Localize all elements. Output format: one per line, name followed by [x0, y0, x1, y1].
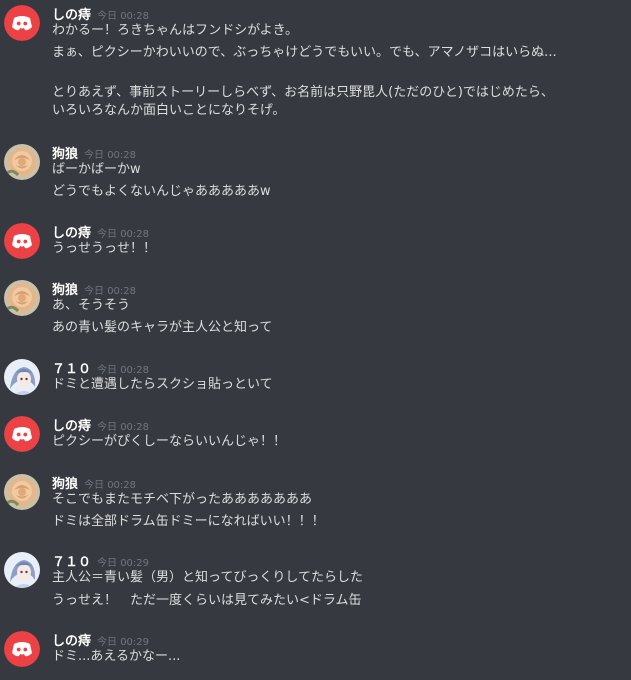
avatar-discord-icon[interactable]	[4, 631, 40, 667]
message-text: とりあえず、事前ストーリーしらべず、お名前は只野毘人(ただのひと)ではじめたら、	[52, 85, 554, 100]
message-header: しの痔 今日 00:28	[52, 222, 149, 242]
message-text: ドミと遭遇したらスクショ貼っといて	[52, 377, 273, 392]
message-text: そこでもまたモチベ下がったあああああああ	[52, 492, 313, 507]
message-text: うっせえ！ ただ一度くらいは見てみたい<ドラム缶	[52, 593, 362, 608]
author-name[interactable]: しの痔	[52, 8, 91, 23]
message-text: 主人公＝青い髪（男）と知ってびっくりしてたらした	[52, 570, 363, 585]
message-timestamp: 今日 00:28	[97, 422, 150, 433]
message-text: うっせうっせ！！	[52, 241, 157, 256]
avatar-discord-icon[interactable]	[4, 5, 40, 41]
avatar-discord-icon[interactable]	[4, 223, 40, 259]
message-header: 狗狼 今日 00:28	[52, 473, 136, 493]
avatar[interactable]	[4, 144, 40, 180]
message-header: 狗狼 今日 00:28	[52, 279, 136, 299]
message-text: いろいろなんか面白いことになりそげ。	[52, 103, 286, 118]
message-timestamp: 今日 00:28	[84, 480, 137, 491]
message-header: 狗狼 今日 00:28	[52, 143, 136, 163]
message-header: ７１０ 今日 00:29	[52, 551, 149, 571]
author-name[interactable]: しの痔	[52, 634, 91, 649]
message-text: あ、そうそう	[52, 298, 131, 313]
message-timestamp: 今日 00:28	[84, 150, 137, 161]
avatar[interactable]	[4, 552, 40, 588]
message-text: ドミは全部ドラム缶ドミーになればいい！！！	[52, 514, 325, 529]
message-header: しの痔 今日 00:28	[52, 415, 149, 435]
author-name[interactable]: ７１０	[52, 362, 91, 377]
avatar-discord-icon[interactable]	[4, 416, 40, 452]
message-text: どうでもよくないんじゃあああああw	[52, 184, 271, 199]
author-name[interactable]: ７１０	[52, 555, 91, 570]
message-header: しの痔 今日 00:29	[52, 630, 149, 650]
message-timestamp: 今日 00:28	[97, 229, 150, 240]
message-timestamp: 今日 00:29	[97, 637, 150, 648]
chat-messages: しの痔 今日 00:28 わかるー！ろきちゃんはフンドシがよき。 まぁ、ピクシーかわい…	[0, 0, 631, 680]
message-timestamp: 今日 00:29	[97, 558, 150, 569]
message-timestamp: 今日 00:28	[84, 286, 137, 297]
message-timestamp: 今日 00:28	[97, 11, 150, 22]
author-name[interactable]: しの痔	[52, 419, 91, 434]
message-text: わかるー！ろきちゃんはフンドシがよき。	[52, 23, 298, 38]
message-text: ピクシーがぴくしーならいいんじゃ！！	[52, 434, 287, 449]
message-timestamp: 今日 00:28	[97, 365, 150, 376]
message-text: あの青い髪のキャラが主人公と知って	[52, 320, 273, 335]
message-text: ばーかばーかw	[52, 162, 141, 177]
author-name[interactable]: 狗狼	[52, 147, 78, 162]
avatar[interactable]	[4, 280, 40, 316]
author-name[interactable]: 狗狼	[52, 477, 78, 492]
author-name[interactable]: しの痔	[52, 226, 91, 241]
avatar[interactable]	[4, 359, 40, 395]
message-header: ７１０ 今日 00:28	[52, 358, 149, 378]
author-name[interactable]: 狗狼	[52, 283, 78, 298]
avatar[interactable]	[4, 474, 40, 510]
message-header: しの痔 今日 00:28	[52, 4, 149, 24]
message-text: ドミ...あえるかなー...	[52, 649, 181, 664]
message-text: まぁ、ピクシーかわいいので、ぶっちゃけどうでもいい。でも、アマノザコはいらぬ..…	[52, 45, 557, 60]
